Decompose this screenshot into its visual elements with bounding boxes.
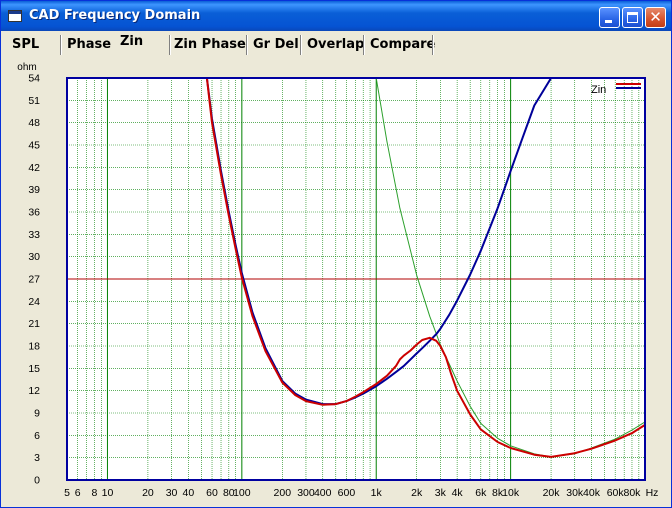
y-tick-label: 24: [28, 296, 40, 308]
x-tick-label: 10: [102, 487, 114, 499]
tab-separator: [363, 35, 364, 55]
y-tick-label: 33: [28, 229, 40, 241]
maximize-icon: [627, 12, 638, 23]
tab-separator: [60, 35, 61, 55]
y-tick-labels: 0369121518212427303336394245485154: [28, 73, 40, 487]
x-tick-label: 400: [314, 487, 332, 499]
y-tick-label: 39: [28, 184, 40, 196]
tab-separator: [169, 35, 170, 55]
x-tick-label: 200: [274, 487, 292, 499]
tab-separator: [246, 35, 247, 55]
x-tick-label: 20: [142, 487, 154, 499]
y-tick-label: 21: [28, 318, 40, 330]
close-button[interactable]: ✕: [645, 7, 666, 28]
y-tick-label: 18: [28, 341, 40, 353]
x-tick-label: 10k: [502, 487, 520, 499]
x-tick-label: 1k: [371, 487, 383, 499]
y-tick-label: 9: [34, 408, 40, 420]
tab-zin[interactable]: Zin: [120, 32, 143, 56]
minimize-button[interactable]: [599, 7, 620, 28]
x-tick-label: 80k: [624, 487, 642, 499]
maximize-button[interactable]: [622, 7, 643, 28]
x-tick-label: 60k: [607, 487, 625, 499]
x-tick-label: 6k: [475, 487, 487, 499]
minimize-icon: [605, 20, 612, 23]
y-tick-label: 36: [28, 207, 40, 219]
y-tick-label: 42: [28, 162, 40, 174]
tab-phase[interactable]: Phase: [67, 33, 111, 57]
title-bar[interactable]: CAD Frequency Domain ✕: [1, 1, 671, 31]
x-tick-label: 300: [297, 487, 315, 499]
y-tick-label: 6: [34, 430, 40, 442]
tab-gr-del[interactable]: Gr Del: [253, 33, 299, 57]
x-tick-label: 4k: [452, 487, 464, 499]
y-tick-label: 48: [28, 117, 40, 129]
x-tick-label: 40k: [583, 487, 601, 499]
x-unit-label: Hz: [646, 487, 659, 499]
y-tick-label: 54: [28, 73, 40, 85]
y-tick-label: 51: [28, 95, 40, 107]
x-tick-label: 20k: [543, 487, 561, 499]
tab-separator: [300, 35, 301, 55]
x-tick-label: 5: [64, 487, 70, 499]
chart-panel: 0 3 6 9 12 15 18 21 24 27 30 33 36 39 42 45 48 51 54 5 6 8 10…: [3, 60, 669, 506]
main-window: CAD Frequency Domain ✕ SPL Phase Zin Zin…: [0, 0, 672, 508]
y-tick-label: 27: [28, 274, 40, 286]
x-tick-label: 8: [92, 487, 98, 499]
x-tick-label: 30: [166, 487, 178, 499]
x-tick-label: 40: [183, 487, 195, 499]
x-tick-label: 3k: [435, 487, 447, 499]
y-axis-label: ohm: [17, 62, 36, 73]
x-tick-label: 30k: [566, 487, 584, 499]
x-tick-label: 2k: [411, 487, 423, 499]
tab-separator: [432, 35, 433, 55]
impedance-chart[interactable]: 0369121518212427303336394245485154 5 6 8 10…: [3, 60, 669, 506]
tab-compare[interactable]: Compare: [370, 33, 435, 57]
y-tick-label: 30: [28, 251, 40, 263]
window-title: CAD Frequency Domain: [29, 8, 201, 23]
legend-label: Zin: [591, 84, 606, 96]
app-window-icon: [8, 10, 22, 22]
y-tick-label: 12: [28, 385, 40, 397]
y-tick-label: 3: [34, 452, 40, 464]
x-tick-label: 60: [206, 487, 218, 499]
tab-overlap[interactable]: Overlap: [307, 33, 364, 57]
tab-zin-phase[interactable]: Zin Phase: [174, 33, 246, 57]
x-tick-label: 600: [338, 487, 356, 499]
y-tick-label: 0: [34, 475, 40, 487]
x-tick-label: 6: [75, 487, 81, 499]
y-tick-label: 15: [28, 363, 40, 375]
y-tick-label: 45: [28, 140, 40, 152]
x-tick-labels: 5 6 8 10 20 30 40 60 80100 200 300 400 600 1k 2k 3k 4k 6k…: [64, 487, 658, 499]
tab-bar: SPL Phase Zin Zin Phase Gr Del Overlap C…: [4, 32, 668, 58]
tab-spl[interactable]: SPL: [12, 33, 39, 57]
x-tick-label: 100: [233, 487, 251, 499]
close-icon: ✕: [649, 8, 662, 26]
